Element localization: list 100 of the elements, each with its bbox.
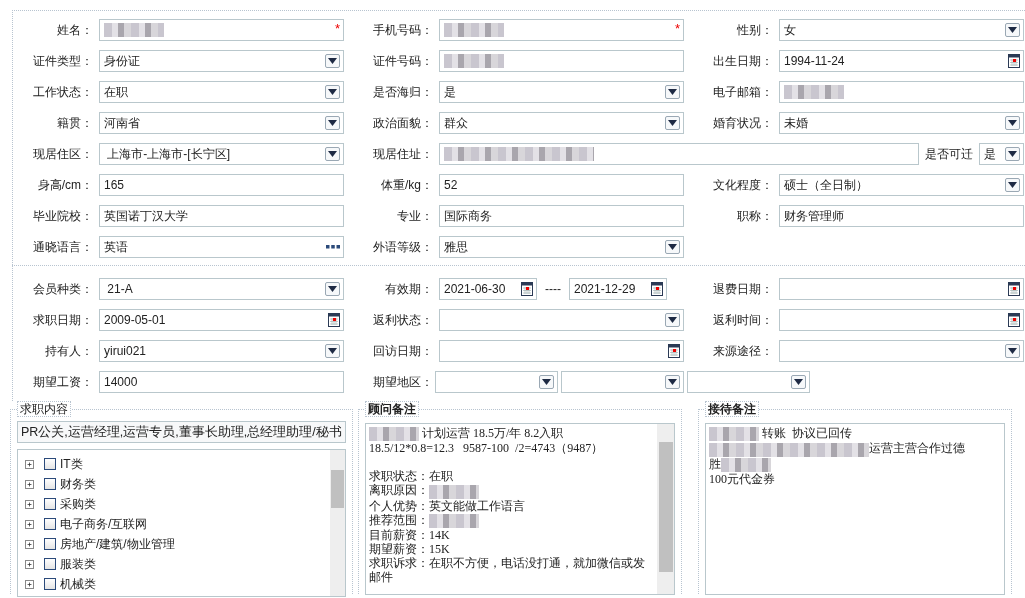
dropdown-field[interactable]: 上海市-上海市-[长宁区] xyxy=(99,143,344,165)
dropdown-field[interactable]: 是 xyxy=(439,81,684,103)
blurred-text xyxy=(429,484,479,499)
field-label: 政治面貌： xyxy=(372,115,434,132)
checkbox[interactable] xyxy=(44,518,56,530)
field-label: 持有人： xyxy=(44,343,94,360)
date-field[interactable]: 2009-05-01 xyxy=(99,309,344,331)
more-icon[interactable] xyxy=(326,245,340,249)
date-field[interactable]: 2021-06-30 xyxy=(439,278,537,300)
category-item[interactable]: 采购类 xyxy=(60,495,96,513)
text-field[interactable] xyxy=(439,143,919,165)
dropdown-field[interactable]: 在职 xyxy=(99,81,344,103)
dropdown-field[interactable]: 是 xyxy=(979,143,1024,165)
field-label: 外语等级： xyxy=(372,239,434,256)
checkbox[interactable] xyxy=(44,478,56,490)
note-line: 求职诉求：在职不方便，电话没打通，就加微信或发邮件 xyxy=(369,555,646,584)
expand-icon[interactable] xyxy=(25,459,34,469)
expand-icon[interactable] xyxy=(25,539,34,549)
dropdown-field[interactable] xyxy=(439,309,684,331)
field-label: 体重/kg： xyxy=(380,177,434,194)
notes-textarea[interactable]: 转账 协议已回传 运营主营合作过德 胜 100元代金券 xyxy=(705,423,1005,595)
dropdown-field[interactable] xyxy=(687,371,810,393)
calendar-icon[interactable] xyxy=(1008,54,1020,68)
field-label: 是否海归： xyxy=(372,84,434,101)
field-label: 返利状态： xyxy=(372,312,434,329)
date-field[interactable]: 2021-12-29 xyxy=(569,278,667,300)
text-field[interactable]: 财务管理师 xyxy=(779,205,1024,227)
blurred-text xyxy=(429,513,479,528)
text-field[interactable]: * xyxy=(99,19,344,41)
field-label: 专业： xyxy=(396,208,434,225)
dropdown-field[interactable]: 群众 xyxy=(439,112,684,134)
expand-icon[interactable] xyxy=(25,499,34,509)
category-item[interactable]: 服装类 xyxy=(60,555,96,573)
field-label: 性别： xyxy=(736,22,774,39)
text-field[interactable]: * xyxy=(439,19,684,41)
dropdown-field[interactable]: 身份证 xyxy=(99,50,344,72)
calendar-icon[interactable] xyxy=(651,282,663,296)
field-label: 来源途径： xyxy=(712,343,774,360)
note-line: 计划运营 18.5万/年 8.2入职 xyxy=(369,426,654,442)
dropdown-field[interactable] xyxy=(779,340,1024,362)
calendar-icon[interactable] xyxy=(1008,282,1020,296)
field-label: 手机号码： xyxy=(372,22,434,39)
field-label: 身高/cm： xyxy=(36,177,94,194)
expand-icon[interactable] xyxy=(25,579,34,589)
dropdown-field[interactable] xyxy=(435,371,558,393)
picker-field[interactable]: 英语 xyxy=(99,236,344,258)
field-label: 期望地区： xyxy=(372,374,434,391)
date-field[interactable] xyxy=(439,340,684,362)
text-field[interactable]: 165 xyxy=(99,174,344,196)
dropdown-field[interactable]: 河南省 xyxy=(99,112,344,134)
text-field[interactable] xyxy=(439,50,684,72)
expand-icon[interactable] xyxy=(25,519,34,529)
field-label: 工作状态： xyxy=(32,84,94,101)
field-label: 文化程度： xyxy=(712,177,774,194)
dropdown-field[interactable]: yirui021 xyxy=(99,340,344,362)
date-field[interactable]: 1994-11-24 xyxy=(779,50,1024,72)
scrollbar[interactable] xyxy=(657,424,674,594)
calendar-icon[interactable] xyxy=(328,313,340,327)
note-line: 期望薪资：15K xyxy=(369,541,451,556)
dropdown-field[interactable] xyxy=(561,371,684,393)
expand-icon[interactable] xyxy=(25,559,34,569)
checkbox[interactable] xyxy=(44,498,56,510)
checkbox[interactable] xyxy=(44,558,56,570)
calendar-icon[interactable] xyxy=(668,344,680,358)
scrollbar[interactable] xyxy=(329,450,345,596)
required-asterisk: * xyxy=(334,21,340,36)
date-field[interactable] xyxy=(779,278,1024,300)
text-field[interactable]: 英国诺丁汉大学 xyxy=(99,205,344,227)
text-field[interactable] xyxy=(779,81,1024,103)
checkbox[interactable] xyxy=(44,578,56,590)
calendar-icon[interactable] xyxy=(521,282,533,296)
category-item[interactable]: 电子商务/互联网 xyxy=(60,515,148,533)
selected-jobs-field[interactable]: PR公关,运营经理,运营专员,董事长助理,总经理助理/秘书 xyxy=(17,421,346,443)
field-label: 电子邮箱： xyxy=(712,84,774,101)
field-label: 姓名： xyxy=(56,22,94,39)
field-label: 有效期： xyxy=(384,281,434,298)
section-legend: 求职内容 xyxy=(17,401,71,417)
calendar-icon[interactable] xyxy=(1008,313,1020,327)
category-item[interactable]: 财务类 xyxy=(60,475,96,493)
note-line: 求职状态：在职 xyxy=(369,468,454,484)
dropdown-field[interactable]: 女 xyxy=(779,19,1024,41)
category-item[interactable]: IT类 xyxy=(60,455,83,473)
checkbox[interactable] xyxy=(44,458,56,470)
field-label: 期望工资： xyxy=(32,374,94,391)
dropdown-field[interactable]: 雅思 xyxy=(439,236,684,258)
dropdown-field[interactable]: 未婚 xyxy=(779,112,1024,134)
text-field[interactable]: 52 xyxy=(439,174,684,196)
text-field[interactable]: 国际商务 xyxy=(439,205,684,227)
dropdown-field[interactable]: 硕士（全日制） xyxy=(779,174,1024,196)
notes-textarea[interactable]: 计划运营 18.5万/年 8.2入职 18.5/12*0.8=12.3 9587-100 /2=4743（9487） 求职状态：在职 离职原因： 个人优势：英文能做工作语言 推荐范围： 目前薪资：14K 期望薪资：15K 求职诉求：在职不方便，电话没打通，就加微信或发邮件 xyxy=(365,423,675,595)
checkbox[interactable] xyxy=(44,538,56,550)
expand-icon[interactable] xyxy=(25,479,34,489)
note-line: 目前薪资：14K xyxy=(369,527,451,542)
field-label: 求职日期： xyxy=(32,312,94,329)
field-label: 回访日期： xyxy=(372,343,434,360)
category-item[interactable]: 房地产/建筑/物业管理 xyxy=(60,535,175,553)
date-field[interactable] xyxy=(779,309,1024,331)
category-item[interactable]: 机械类 xyxy=(60,575,96,593)
text-field[interactable]: 14000 xyxy=(99,371,344,393)
dropdown-field[interactable]: 21-A xyxy=(99,278,344,300)
